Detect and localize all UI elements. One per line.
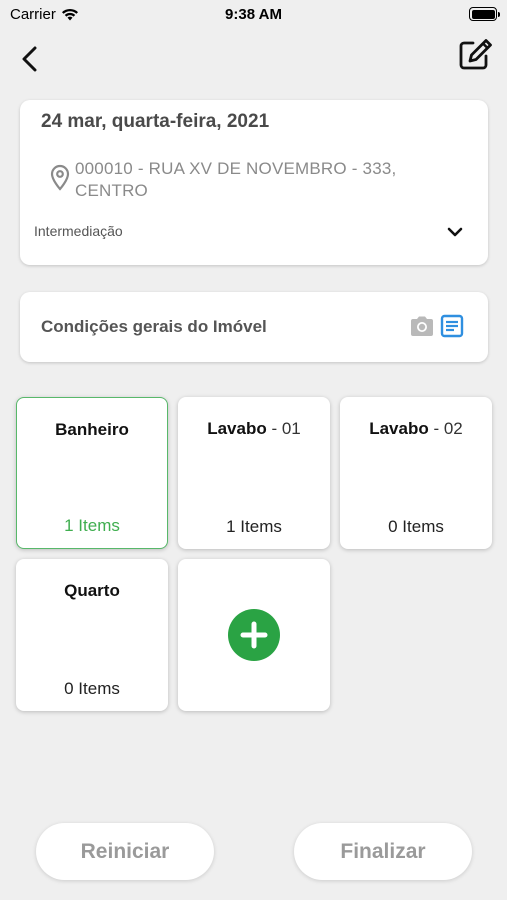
camera-icon[interactable] <box>409 315 435 337</box>
room-card-banheiro[interactable]: Banheiro 1 Items <box>16 397 168 549</box>
inspection-date: 24 mar, quarta-feira, 2021 <box>41 111 270 132</box>
add-room-button[interactable] <box>228 609 280 661</box>
clock: 9:38 AM <box>225 6 282 23</box>
room-name: Lavabo - 02 <box>369 419 463 438</box>
room-item-count: 1 Items <box>226 517 282 536</box>
chevron-down-icon[interactable] <box>444 221 466 243</box>
general-conditions-label: Condições gerais do Imóvel <box>41 317 267 336</box>
inspection-type: Intermediação <box>34 223 123 239</box>
room-item-count: 0 Items <box>388 517 444 536</box>
room-item-count: 0 Items <box>64 679 120 698</box>
chevron-left-icon <box>22 46 37 72</box>
plus-icon <box>240 621 268 649</box>
room-card-lavabo-02[interactable]: Lavabo - 02 0 Items <box>340 397 492 549</box>
inspection-info-card: 24 mar, quarta-feira, 2021 000010 - RUA … <box>20 100 488 265</box>
room-name: Banheiro <box>55 420 129 439</box>
room-card-lavabo-01[interactable]: Lavabo - 01 1 Items <box>178 397 330 549</box>
document-icon[interactable] <box>440 314 464 338</box>
room-item-count: 1 Items <box>64 516 120 535</box>
room-name: Lavabo - 01 <box>207 419 301 438</box>
reset-button[interactable]: Reiniciar <box>36 823 214 880</box>
add-room-card[interactable] <box>178 559 330 711</box>
room-name: Quarto <box>64 581 120 600</box>
location-pin-icon <box>50 164 70 191</box>
back-button[interactable] <box>14 42 46 76</box>
edit-button[interactable] <box>457 36 495 72</box>
status-bar: Carrier 9:38 AM <box>0 0 507 30</box>
general-conditions-card[interactable]: Condições gerais do Imóvel <box>20 292 488 362</box>
finish-button[interactable]: Finalizar <box>294 823 472 880</box>
room-card-quarto[interactable]: Quarto 0 Items <box>16 559 168 711</box>
property-address: 000010 - RUA XV DE NOVEMBRO - 333, CENTR… <box>75 159 397 200</box>
battery-icon <box>469 7 500 21</box>
edit-icon <box>459 39 492 70</box>
